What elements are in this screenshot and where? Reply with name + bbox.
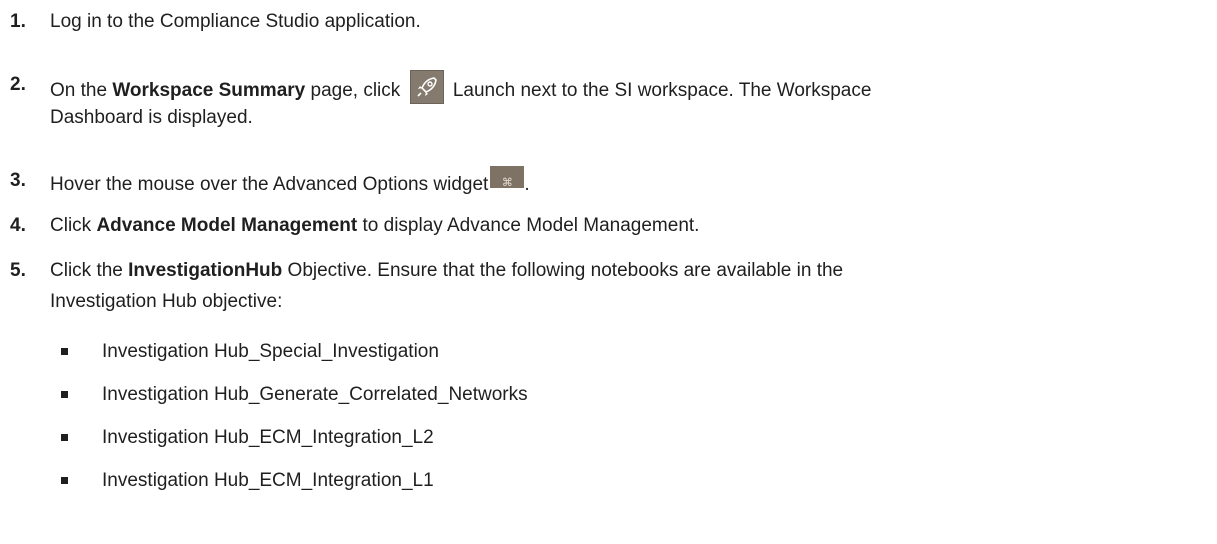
- step-number: 4.: [10, 215, 26, 236]
- rocket-icon: [409, 70, 444, 104]
- step-text-part: page, click: [305, 80, 406, 101]
- notebook-name: Investigation Hub_Special_Investigation: [102, 341, 439, 362]
- bullet-marker: [61, 348, 68, 355]
- step-bold-term: InvestigationHub: [128, 260, 283, 281]
- step-text: Hover the mouse over the Advanced Option…: [50, 166, 1200, 199]
- step-text-part: On the: [50, 80, 113, 101]
- widget-icon-glyph: ⌘: [501, 176, 513, 189]
- step-text-part: Hover the mouse over the Advanced Option…: [50, 174, 489, 195]
- notebook-name: Investigation Hub_ECM_Integration_L2: [102, 427, 434, 448]
- step-text: Dashboard is displayed.: [50, 107, 253, 128]
- step-number: 1.: [10, 11, 26, 32]
- step-number: 2.: [10, 74, 26, 95]
- step-text: Click the InvestigationHub Objective. En…: [50, 256, 1200, 285]
- step-text-part: .: [524, 174, 530, 195]
- step-bold-term: Advance Model Management: [96, 215, 358, 236]
- step-text-part: Click: [50, 215, 97, 236]
- bullet-marker: [61, 391, 68, 398]
- step-text: On the Workspace Summary page, click Lau…: [50, 70, 1200, 105]
- step-text-part: Launch next to the SI workspace. The Wor…: [447, 80, 872, 101]
- bullet-marker: [61, 477, 68, 484]
- step-text: Click Advance Model Management to displa…: [50, 211, 1200, 240]
- step-text: Investigation Hub objective:: [50, 291, 283, 312]
- step-number: 3.: [10, 170, 26, 191]
- step-text-part: to display Advance Model Management.: [357, 215, 700, 236]
- step-text: Log in to the Compliance Studio applicat…: [50, 11, 421, 32]
- step-number: 5.: [10, 260, 26, 281]
- document-page: 1. Log in to the Compliance Studio appli…: [0, 0, 1217, 544]
- step-bold-term: Workspace Summary: [112, 80, 306, 101]
- widget-icon: ⌘: [490, 166, 525, 189]
- step-text-part: Click the: [50, 260, 129, 281]
- step-text-part: Objective. Ensure that the following not…: [282, 260, 844, 281]
- bullet-marker: [61, 434, 68, 441]
- notebook-name: Investigation Hub_ECM_Integration_L1: [102, 470, 434, 491]
- notebook-name: Investigation Hub_Generate_Correlated_Ne…: [102, 384, 528, 405]
